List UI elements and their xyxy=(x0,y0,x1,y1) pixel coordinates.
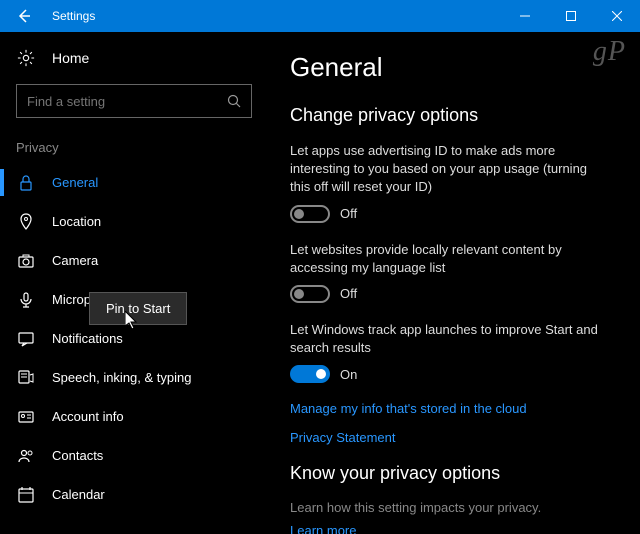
window-title: Settings xyxy=(52,9,95,23)
option2-desc: Let websites provide locally relevant co… xyxy=(290,241,608,277)
know-heading: Know your privacy options xyxy=(290,463,608,484)
calendar-icon xyxy=(16,485,36,505)
location-icon xyxy=(16,212,36,232)
titlebar: Settings xyxy=(0,0,640,32)
nav-label: Location xyxy=(52,214,101,229)
learn-more-link[interactable]: Learn more xyxy=(290,523,608,534)
notifications-icon xyxy=(16,329,36,349)
nav-item-account[interactable]: Account info xyxy=(0,397,268,436)
lock-icon xyxy=(16,173,36,193)
nav-item-calendar[interactable]: Calendar xyxy=(0,475,268,514)
search-icon xyxy=(217,84,251,118)
nav-label: Calendar xyxy=(52,487,105,502)
account-icon xyxy=(16,407,36,427)
nav-label: Camera xyxy=(52,253,98,268)
maximize-button[interactable] xyxy=(548,0,594,32)
home-button[interactable]: Home xyxy=(0,48,268,84)
context-menu: Pin to Start xyxy=(89,292,187,325)
close-button[interactable] xyxy=(594,0,640,32)
section-heading: Change privacy options xyxy=(290,105,608,126)
search-input[interactable] xyxy=(17,94,217,109)
speech-icon xyxy=(16,368,36,388)
option3-desc: Let Windows track app launches to improv… xyxy=(290,321,608,357)
maximize-icon xyxy=(566,11,576,21)
minimize-button[interactable] xyxy=(502,0,548,32)
close-icon xyxy=(612,11,622,21)
page-title: General xyxy=(290,52,608,83)
settings-window: Settings gP Home Privacy xyxy=(0,0,640,534)
nav-item-general[interactable]: General xyxy=(0,163,268,202)
option2-toggle[interactable] xyxy=(290,285,330,303)
arrow-left-icon xyxy=(16,8,32,24)
camera-icon xyxy=(16,251,36,271)
option1-desc: Let apps use advertising ID to make ads … xyxy=(290,142,608,197)
manage-info-link[interactable]: Manage my info that's stored in the clou… xyxy=(290,401,608,416)
option3-toggle[interactable] xyxy=(290,365,330,383)
know-sub: Learn how this setting impacts your priv… xyxy=(290,500,608,515)
option1-toggle[interactable] xyxy=(290,205,330,223)
minimize-icon xyxy=(520,11,530,21)
contacts-icon xyxy=(16,446,36,466)
nav-item-contacts[interactable]: Contacts xyxy=(0,436,268,475)
option1-state: Off xyxy=(340,206,357,221)
nav-label: Speech, inking, & typing xyxy=(52,370,191,385)
content-pane: General Change privacy options Let apps … xyxy=(268,32,640,534)
nav-item-speech[interactable]: Speech, inking, & typing xyxy=(0,358,268,397)
home-label: Home xyxy=(52,50,89,66)
context-pin-to-start[interactable]: Pin to Start xyxy=(92,295,184,322)
privacy-statement-link[interactable]: Privacy Statement xyxy=(290,430,608,445)
nav-label: Contacts xyxy=(52,448,103,463)
nav-label: General xyxy=(52,175,98,190)
gear-icon xyxy=(16,48,36,68)
nav-label: Account info xyxy=(52,409,124,424)
nav-label: Notifications xyxy=(52,331,123,346)
option2-state: Off xyxy=(340,286,357,301)
nav-item-location[interactable]: Location xyxy=(0,202,268,241)
nav-item-camera[interactable]: Camera xyxy=(0,241,268,280)
sidebar: Home Privacy General Location xyxy=(0,32,268,534)
category-label: Privacy xyxy=(0,140,268,163)
search-box[interactable] xyxy=(16,84,252,118)
microphone-icon xyxy=(16,290,36,310)
back-button[interactable] xyxy=(0,0,48,32)
option3-state: On xyxy=(340,367,357,382)
